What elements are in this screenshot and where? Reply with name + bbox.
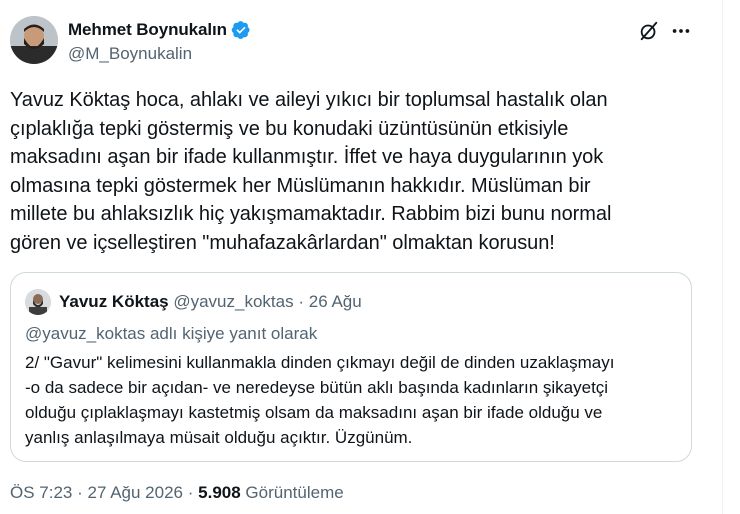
quote-header: Yavuz Köktaş @yavuz_koktas · 26 Ağu [59, 292, 362, 312]
tweet-header: Mehmet Boynukalın @M_Boynukalin [10, 16, 710, 68]
author-name-row: Mehmet Boynukalın [68, 20, 251, 40]
tweet-text: Yavuz Köktaş hoca, ahlakı ve aileyi yıkı… [10, 89, 612, 254]
column-divider [722, 0, 723, 514]
quoted-tweet[interactable]: Yavuz Köktaş @yavuz_koktas · 26 Ağu @yav… [10, 272, 692, 462]
post-date[interactable]: 27 Ağu 2026 [88, 483, 183, 502]
author-name[interactable]: Mehmet Boynukalın [68, 20, 227, 40]
more-icon[interactable] [670, 20, 692, 42]
quote-date[interactable]: 26 Ağu [309, 292, 362, 311]
views-label: Görüntüleme [245, 483, 344, 502]
author-handle[interactable]: @M_Boynukalin [68, 44, 192, 64]
quote-author-name[interactable]: Yavuz Köktaş [59, 292, 169, 311]
footer-separator: · [77, 483, 83, 502]
quote-author-avatar[interactable] [25, 289, 51, 315]
grok-icon[interactable] [638, 20, 660, 42]
quote-text: 2/ "Gavur" kelimesini kullanmakla dinden… [25, 353, 615, 447]
footer-separator-2: · [187, 483, 194, 502]
views-count: 5.908 [198, 483, 241, 502]
verified-badge-icon [231, 21, 250, 39]
post-time[interactable]: ÖS 7:23 [10, 483, 72, 502]
author-avatar[interactable] [10, 16, 58, 64]
quote-reply-context: @yavuz_koktas adlı kişiye yanıt olarak [25, 324, 318, 343]
quote-separator: · [298, 292, 305, 311]
quote-author-handle[interactable]: @yavuz_koktas [173, 292, 293, 311]
tweet-footer: ÖS 7:23 · 27 Ağu 2026 · 5.908 Görüntülem… [10, 483, 344, 503]
